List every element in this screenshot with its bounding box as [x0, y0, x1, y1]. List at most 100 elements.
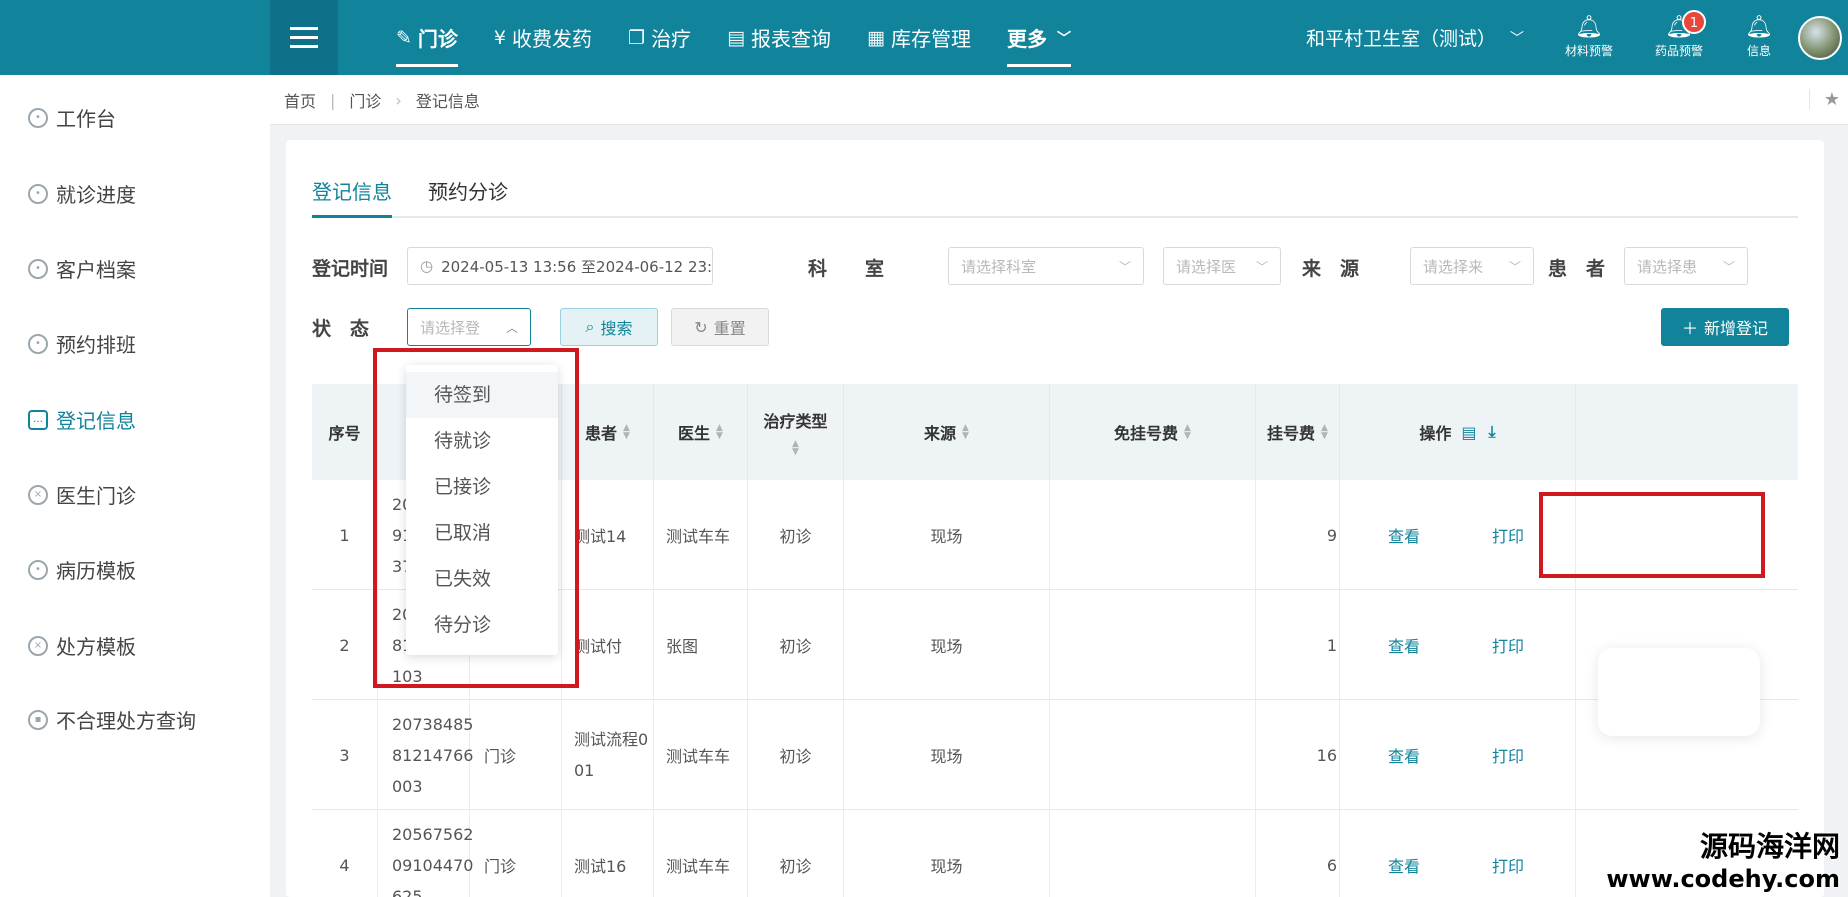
- highlight-box: [1539, 492, 1765, 578]
- columns-icon[interactable]: ▤: [1461, 423, 1476, 442]
- face-icon: •: [28, 559, 48, 580]
- face-icon: •: [28, 107, 48, 128]
- patient-label: 患 者: [1548, 258, 1606, 280]
- sidebar-item-doctor-clinic[interactable]: × 医生门诊: [28, 480, 136, 509]
- view-button[interactable]: 查看: [1388, 853, 1420, 877]
- chevron-down-icon: ﹀: [1508, 259, 1521, 274]
- view-button[interactable]: 查看: [1388, 523, 1420, 547]
- sidebar-item-customers[interactable]: • 客户档案: [28, 254, 136, 283]
- face-icon: •: [28, 258, 48, 279]
- status-select[interactable]: 请选择登 ︿: [407, 308, 531, 346]
- floating-panel: [1598, 648, 1760, 736]
- scissors-icon: ×: [28, 635, 48, 656]
- source-label: 来 源: [1302, 258, 1360, 280]
- view-button[interactable]: 查看: [1388, 743, 1420, 767]
- sort-icon[interactable]: ▲ ▼: [1184, 424, 1191, 441]
- registration-id: 20567562 09104470 625: [378, 810, 473, 897]
- star-icon[interactable]: ★: [1808, 89, 1840, 110]
- table-row: 4 20567562 09104470 625 门诊 测试16 测试车车 初诊 现场…: [312, 810, 1798, 897]
- col-header-treatment[interactable]: 治疗类型 ▲ ▼: [748, 384, 844, 480]
- reset-button[interactable]: ↻ 重置: [671, 308, 769, 346]
- print-button[interactable]: 打印: [1492, 523, 1524, 547]
- search-icon: ⌕: [585, 317, 595, 336]
- sidebar-item-schedule[interactable]: • 预约排班: [28, 329, 136, 358]
- search-button[interactable]: ⌕ 搜索: [560, 308, 658, 346]
- download-icon[interactable]: ⤓: [1489, 422, 1496, 442]
- dept-label: 科 室: [808, 258, 885, 280]
- chevron-down-icon: ﹀: [1255, 259, 1268, 274]
- breadcrumb-home[interactable]: 首页: [284, 88, 316, 112]
- col-header-no: 序号: [312, 384, 378, 480]
- add-registration-button[interactable]: ＋新增登记: [1661, 308, 1789, 346]
- chevron-down-icon: ﹀: [1510, 30, 1525, 47]
- nav-item-outpatient[interactable]: ✎ 门诊: [378, 0, 476, 75]
- view-button[interactable]: 查看: [1388, 633, 1420, 657]
- nav-item-more[interactable]: 更多 ﹀: [989, 0, 1089, 75]
- sort-icon[interactable]: ▲ ▼: [962, 424, 969, 441]
- drug-alert-button[interactable]: 🔔︎ 1 药品预警: [1644, 10, 1714, 59]
- print-button[interactable]: 打印: [1492, 743, 1524, 767]
- col-header-source[interactable]: 来源 ▲ ▼: [844, 384, 1050, 480]
- print-button[interactable]: 打印: [1492, 853, 1524, 877]
- notification-badge: 1: [1682, 10, 1706, 34]
- sort-icon[interactable]: ▲ ▼: [792, 440, 799, 457]
- bell-icon: 🔔︎: [1575, 15, 1603, 40]
- col-header-actions: 操作 ▤ ⤓: [1340, 384, 1576, 480]
- sidebar-item-progress[interactable]: • 就诊进度: [28, 179, 136, 208]
- breadcrumb: 首页 | 门诊 › 登记信息: [284, 75, 480, 125]
- money-icon: ¥: [493, 26, 507, 49]
- sort-icon[interactable]: ▲ ▼: [1321, 424, 1328, 441]
- patient-select[interactable]: 请选择患 ﹀: [1624, 247, 1748, 285]
- message-button[interactable]: 🔔︎ 信息: [1724, 14, 1794, 59]
- breadcrumb-outpatient[interactable]: 门诊: [349, 88, 381, 112]
- document-icon: ▦: [867, 26, 885, 49]
- time-label: 登记时间: [312, 258, 389, 280]
- hamburger-icon: [290, 36, 318, 39]
- face-icon: •: [28, 333, 48, 354]
- plus-icon: ＋: [1681, 319, 1698, 338]
- print-button[interactable]: 打印: [1492, 633, 1524, 657]
- top-navbar: ✎ 门诊 ¥ 收费发药 ❐ 治疗 ▤ 报表查询 ▦ 库存管理 更多 ﹀ 和平村卫生室（测试）…: [0, 0, 1848, 75]
- sort-icon[interactable]: ▲ ▼: [716, 424, 723, 441]
- tab-appointment-triage[interactable]: 预约分诊: [428, 176, 508, 218]
- col-header-fee[interactable]: 挂号费 ▲ ▼: [1256, 384, 1340, 480]
- menu-toggle-button[interactable]: [270, 0, 338, 75]
- material-alert-button[interactable]: 🔔︎ 材料预警: [1554, 14, 1624, 59]
- dept-select[interactable]: 请选择科室 ﹀: [948, 247, 1144, 285]
- refresh-icon: ↻: [694, 317, 708, 337]
- sidebar-item-workbench[interactable]: • 工作台: [28, 103, 116, 132]
- nav-item-reports[interactable]: ▤ 报表查询: [709, 0, 849, 75]
- table-row: 3 20738485 81214766 003 门诊 测试流程0 01 测试车车 初…: [312, 700, 1798, 810]
- avatar[interactable]: [1798, 16, 1842, 60]
- chevron-up-icon: ︿: [505, 320, 518, 335]
- main-nav: ✎ 门诊 ¥ 收费发药 ❐ 治疗 ▤ 报表查询 ▦ 库存管理 更多 ﹀: [378, 0, 1089, 75]
- chat-icon: …: [28, 409, 48, 430]
- nav-item-billing[interactable]: ¥ 收费发药: [476, 0, 610, 75]
- col-header-doctor[interactable]: 医生 ▲ ▼: [654, 384, 748, 480]
- scissors-icon: ×: [28, 484, 48, 505]
- sort-icon[interactable]: ▲ ▼: [623, 424, 630, 441]
- doctor-select[interactable]: 请选择医 ﹀: [1163, 247, 1281, 285]
- nav-item-inventory[interactable]: ▦ 库存管理: [849, 0, 989, 75]
- bell-icon: 🔔︎: [1745, 15, 1773, 40]
- sidebar-item-prescription-template[interactable]: × 处方模板: [28, 631, 136, 660]
- book-icon: ▤: [727, 26, 746, 49]
- col-header-fee-waived[interactable]: 免挂号费 ▲ ▼: [1050, 384, 1256, 480]
- highlight-box: [373, 348, 579, 688]
- image-icon: ▪: [28, 709, 48, 730]
- chevron-down-icon: ﹀: [1118, 259, 1131, 274]
- chevron-down-icon: ﹀: [1722, 259, 1735, 274]
- sidebar-item-record-template[interactable]: • 病历模板: [28, 555, 136, 584]
- chevron-down-icon: ﹀: [1056, 30, 1071, 47]
- tab-registration[interactable]: 登记信息: [312, 176, 392, 218]
- sidebar-item-unreasonable-rx[interactable]: ▪ 不合理处方查询: [28, 705, 196, 734]
- edit-icon: ✎: [396, 26, 412, 49]
- face-icon: •: [28, 183, 48, 204]
- breadcrumb-current: 登记信息: [415, 92, 480, 111]
- nav-item-treatment[interactable]: ❐ 治疗: [610, 0, 709, 75]
- source-select[interactable]: 请选择来 ﹀: [1410, 247, 1534, 285]
- clinic-selector[interactable]: 和平村卫生室（测试） ﹀: [1306, 0, 1524, 75]
- time-range-picker[interactable]: ◷ 2024-05-13 13:56 至2024-06-12 23:59: [407, 247, 713, 285]
- sidebar-item-registration[interactable]: … 登记信息: [28, 405, 136, 434]
- clock-icon: ◷: [420, 257, 434, 275]
